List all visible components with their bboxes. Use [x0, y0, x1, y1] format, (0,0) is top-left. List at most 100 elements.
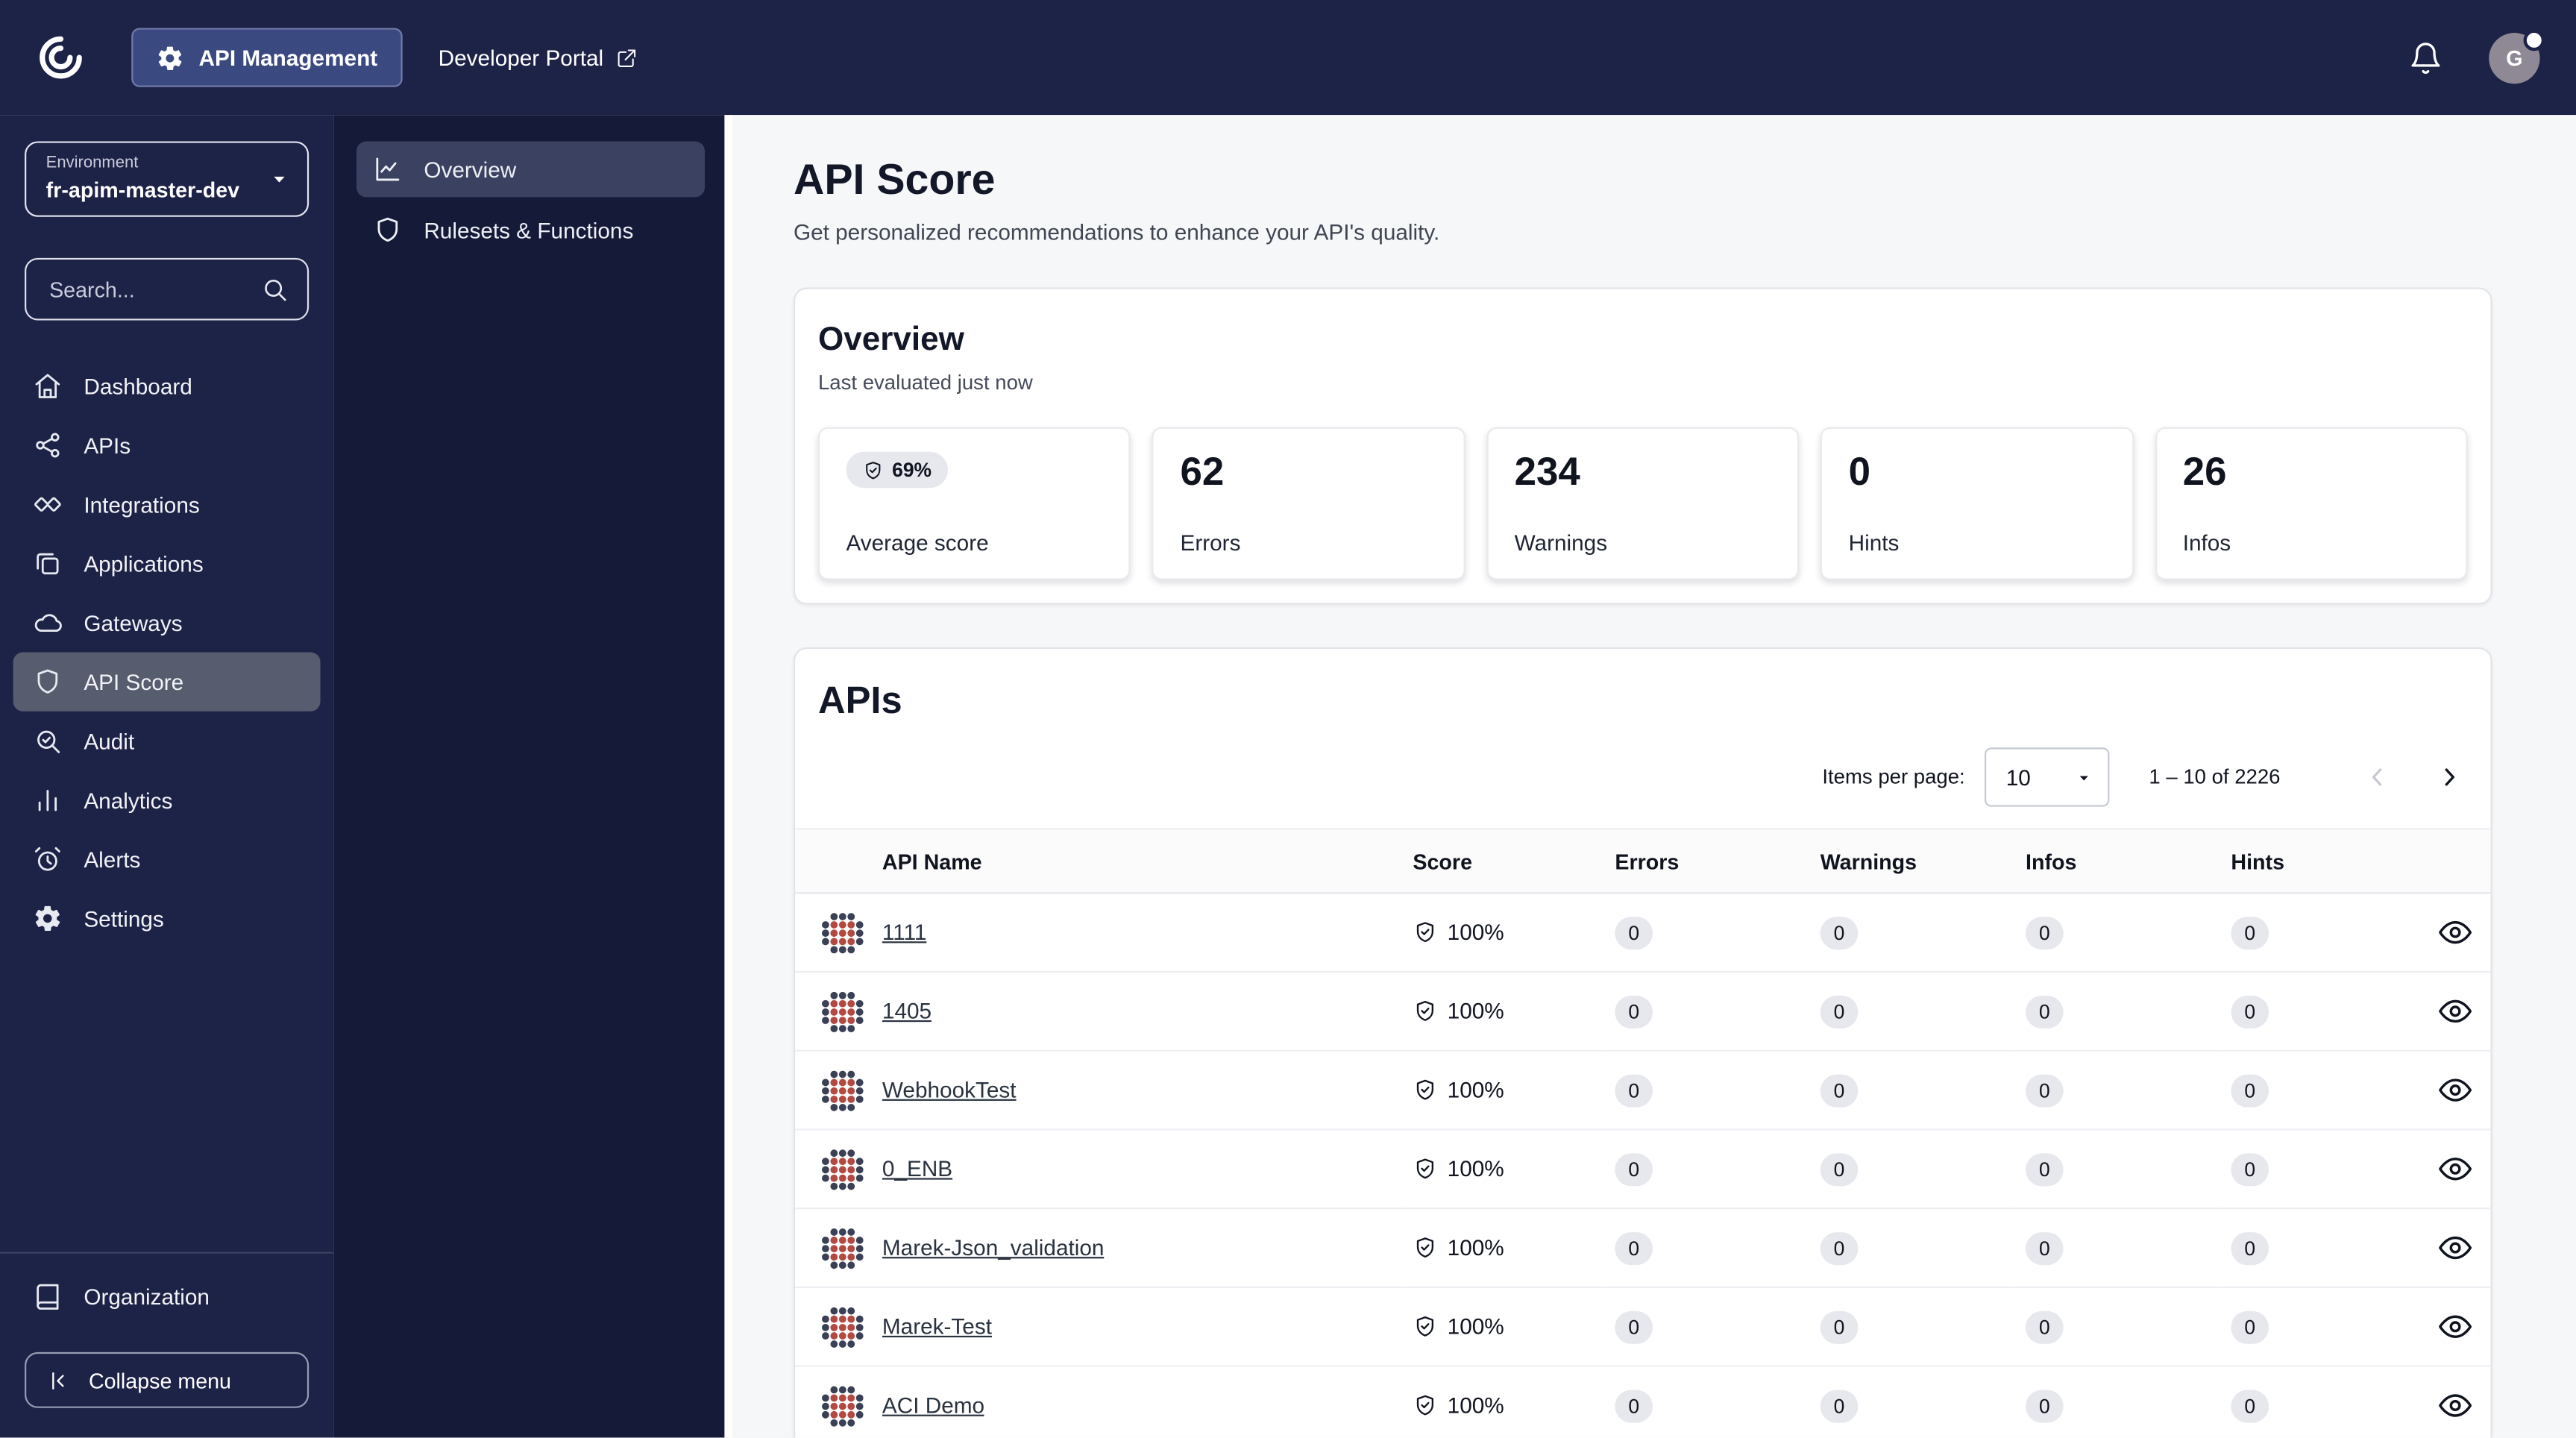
subnav-item-label: Overview	[424, 157, 517, 182]
collapse-menu-button[interactable]: Collapse menu	[25, 1352, 310, 1409]
sidebar-item-api-score[interactable]: API Score	[13, 652, 321, 712]
gravitee-logo[interactable]	[36, 33, 85, 82]
stat-label: Infos	[2182, 530, 2231, 556]
api-management-switcher[interactable]: API Management	[131, 28, 403, 87]
hints-count-badge: 0	[2231, 1310, 2269, 1343]
stat-value: 26	[2182, 450, 2227, 495]
sidebar-item-label: Audit	[84, 728, 135, 753]
hints-count-badge: 0	[2231, 1389, 2269, 1422]
warnings-count-badge: 0	[1820, 1152, 1859, 1186]
bell-icon	[2408, 40, 2443, 75]
errors-count-badge: 0	[1615, 1389, 1653, 1422]
shield-check-icon	[1413, 920, 1437, 945]
score-value: 100%	[1447, 1235, 1504, 1260]
score-value: 100%	[1447, 920, 1504, 945]
column-header-actions	[2418, 828, 2491, 894]
api-name-link[interactable]: ACI Demo	[882, 1393, 984, 1418]
column-header-hints: Hints	[2221, 828, 2419, 894]
line-chart-icon	[373, 154, 403, 184]
infos-count-badge: 0	[2026, 1231, 2064, 1265]
score-value: 100%	[1447, 1314, 1504, 1340]
items-per-page-select[interactable]: 10	[1985, 747, 2110, 807]
column-header-errors: Errors	[1605, 828, 1811, 894]
api-name-link[interactable]: WebhookTest	[882, 1078, 1017, 1102]
sidebar-item-label: Integrations	[84, 492, 200, 517]
shield-check-icon	[1413, 1078, 1437, 1102]
stat-errors: 62 Errors	[1152, 427, 1466, 580]
eye-icon	[2437, 1388, 2472, 1422]
next-page-button[interactable]	[2425, 753, 2474, 802]
infos-count-badge: 0	[2026, 1073, 2064, 1107]
sidebar-item-settings[interactable]: Settings	[13, 889, 321, 948]
stat-label: Average score	[846, 530, 989, 556]
score-value: 100%	[1447, 1156, 1504, 1181]
sidebar-item-integrations[interactable]: Integrations	[13, 475, 321, 534]
developer-portal-link[interactable]: Developer Portal	[439, 45, 638, 70]
gear-icon	[156, 43, 183, 71]
api-name-link[interactable]: Marek-Test	[882, 1314, 992, 1339]
view-details-button[interactable]	[2428, 1379, 2481, 1431]
stat-label: Hints	[1848, 530, 1900, 556]
sidebar-item-audit[interactable]: Audit	[13, 712, 321, 770]
sidebar: Environment fr-apim-master-dev Dashboard…	[0, 115, 334, 1438]
api-name-link[interactable]: 1405	[882, 999, 932, 1023]
applications-stack-icon	[33, 549, 63, 579]
view-details-button[interactable]	[2428, 1064, 2481, 1116]
book-icon	[33, 1282, 63, 1312]
sidebar-item-apis[interactable]: APIs	[13, 415, 321, 474]
apis-card-title: APIs	[817, 678, 902, 722]
warnings-count-badge: 0	[1820, 1073, 1859, 1107]
bar-chart-icon	[33, 785, 63, 815]
apis-table: API Name Score Errors Warnings Infos Hin…	[795, 828, 2491, 1438]
stats-row: 69% Average score 62 Errors 234 Warnings…	[817, 427, 2468, 580]
eye-icon	[2437, 994, 2472, 1029]
sidebar-item-applications[interactable]: Applications	[13, 534, 321, 593]
view-details-button[interactable]	[2428, 1301, 2481, 1353]
subnav-item-rulesets-functions[interactable]: Rulesets & Functions	[356, 202, 705, 258]
hints-count-badge: 0	[2231, 1152, 2269, 1186]
alarm-clock-icon	[33, 844, 63, 874]
previous-page-button[interactable]	[2352, 753, 2401, 802]
page-subtitle: Get personalized recommendations to enha…	[793, 220, 1440, 245]
gear-icon	[33, 904, 63, 934]
view-details-button[interactable]	[2428, 1222, 2481, 1274]
user-avatar[interactable]: G	[2489, 28, 2545, 84]
notifications-button[interactable]	[2408, 40, 2443, 75]
pagination-range: 1 – 10 of 2226	[2149, 765, 2281, 789]
view-details-button[interactable]	[2428, 1143, 2481, 1195]
errors-count-badge: 0	[1615, 916, 1653, 949]
sidebar-item-alerts[interactable]: Alerts	[13, 829, 321, 888]
sidebar-item-label: Dashboard	[84, 374, 192, 399]
sidebar-item-gateways[interactable]: Gateways	[13, 593, 321, 652]
api-avatar-icon	[821, 1226, 864, 1269]
view-details-button[interactable]	[2428, 985, 2481, 1037]
shield-check-icon	[862, 459, 884, 481]
items-per-page-label: Items per page:	[1822, 765, 1965, 789]
api-name-link[interactable]: 1111	[882, 920, 927, 945]
shield-check-icon	[1413, 1393, 1437, 1418]
search-input[interactable]	[45, 274, 262, 304]
topbar-right: G	[2408, 28, 2545, 84]
environment-selector[interactable]: Environment fr-apim-master-dev	[25, 141, 310, 217]
hints-count-badge: 0	[2231, 994, 2269, 1028]
view-details-button[interactable]	[2428, 906, 2481, 958]
stat-average-score: 69% Average score	[817, 427, 1131, 580]
environment-value: fr-apim-master-dev	[45, 177, 240, 202]
collapse-menu-label: Collapse menu	[88, 1368, 231, 1393]
sidebar-item-organization[interactable]: Organization	[13, 1267, 321, 1326]
home-icon	[33, 371, 63, 401]
subnav-item-overview[interactable]: Overview	[356, 141, 706, 198]
api-name-link[interactable]: Marek-Json_validation	[882, 1236, 1105, 1260]
stat-value: 0	[1848, 450, 1871, 495]
infos-count-badge: 0	[2026, 1310, 2064, 1343]
items-per-page-value: 10	[2005, 764, 2031, 790]
shield-icon	[33, 667, 63, 697]
api-name-link[interactable]: 0_ENB	[882, 1157, 952, 1181]
overview-card: Overview Last evaluated just now 69% Ave…	[793, 287, 2492, 605]
warnings-count-badge: 0	[1820, 1389, 1859, 1422]
sidebar-item-analytics[interactable]: Analytics	[13, 770, 321, 829]
eye-icon	[2437, 1073, 2472, 1107]
sidebar-item-label: APIs	[84, 433, 131, 458]
sidebar-item-dashboard[interactable]: Dashboard	[13, 357, 321, 415]
table-row: ACI Demo 100% 0 0 0 0	[795, 1366, 2491, 1438]
